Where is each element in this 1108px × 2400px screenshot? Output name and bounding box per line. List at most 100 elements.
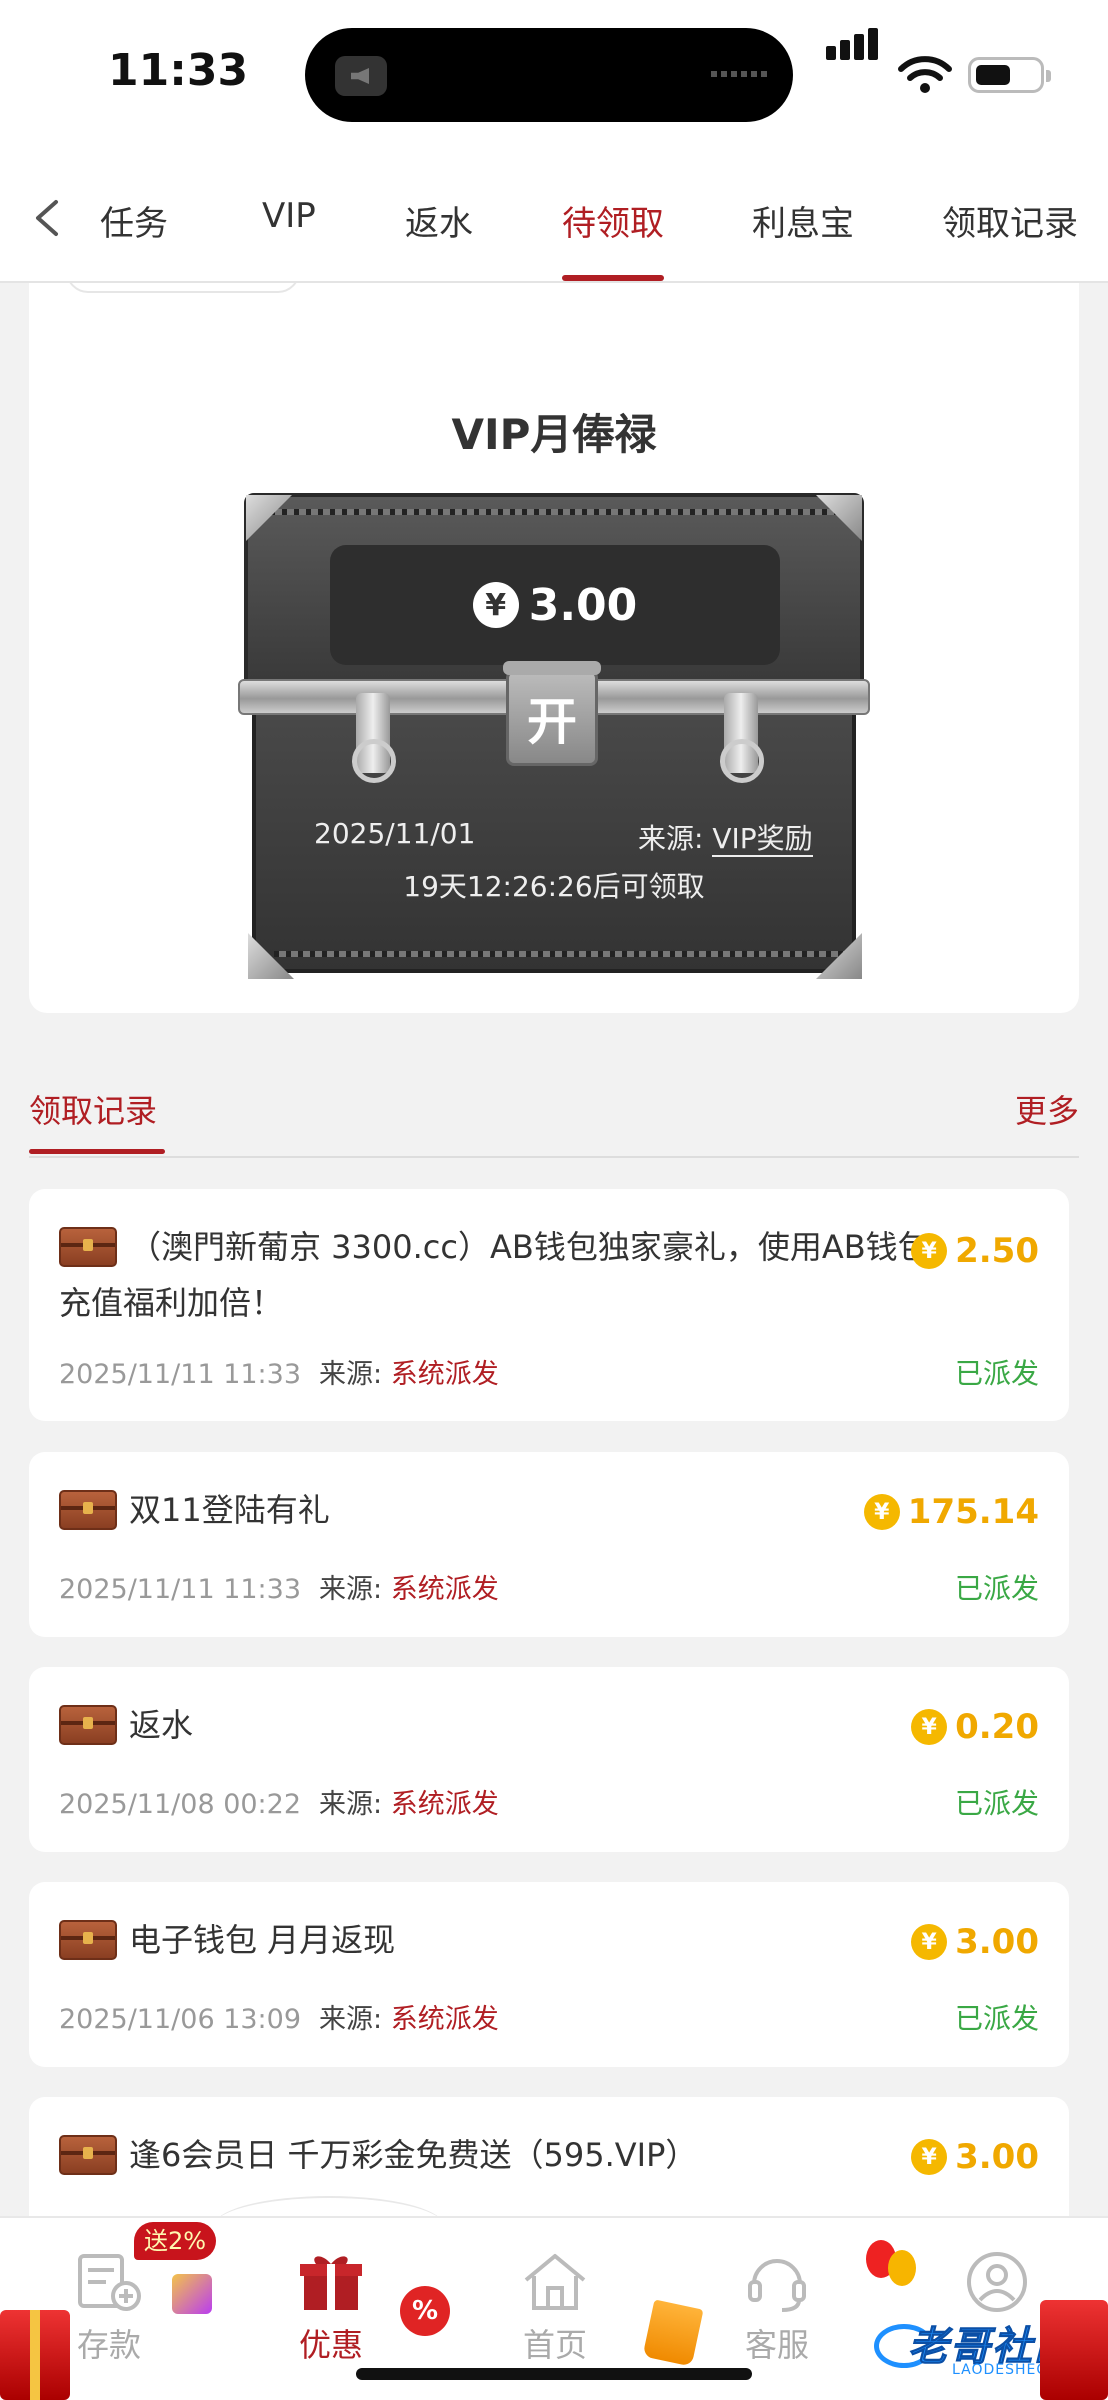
back-arrow-icon[interactable] bbox=[30, 198, 64, 238]
headset-icon bbox=[748, 2259, 806, 2312]
record-amount-value: 0.20 bbox=[955, 1707, 1039, 1747]
previous-card-stub bbox=[66, 283, 300, 293]
chest-source-label: 来源: bbox=[638, 822, 704, 855]
tab-tasks[interactable]: 任务 bbox=[100, 196, 168, 245]
tab-vip[interactable]: VIP bbox=[262, 196, 316, 236]
open-chest-button[interactable]: 开 bbox=[503, 661, 601, 766]
tab-claim-records[interactable]: 领取记录 bbox=[942, 196, 1078, 245]
wifi-icon bbox=[898, 56, 952, 93]
record-title: 返水 bbox=[129, 1706, 194, 1744]
records-header: 领取记录 更多 bbox=[29, 1064, 1079, 1158]
yuan-coin-icon: ¥ bbox=[911, 1924, 948, 1960]
yuan-coin-icon: ¥ bbox=[911, 1233, 948, 1269]
home-icon bbox=[524, 2254, 586, 2310]
user-avatar-icon bbox=[967, 2252, 1027, 2312]
record-meta: 2025/11/06 13:09 来源: 系统派发 bbox=[59, 1997, 499, 2036]
record-status: 已派发 bbox=[954, 1787, 1039, 1820]
nav-label: 客服 bbox=[744, 2326, 809, 2364]
nav-deposit[interactable]: 存款 bbox=[54, 2250, 164, 2366]
record-card[interactable]: 双11登陆有礼 ¥ 175.14 2025/11/11 11:33 来源: 系统派… bbox=[29, 1452, 1069, 1637]
mute-icon bbox=[335, 56, 387, 96]
chest-icon bbox=[59, 1490, 117, 1530]
record-source: 系统派发 bbox=[390, 1574, 499, 1605]
tab-interest[interactable]: 利息宝 bbox=[752, 196, 854, 245]
gift-box-icon bbox=[172, 2274, 212, 2314]
record-amount-value: 3.00 bbox=[955, 2137, 1039, 2177]
chest-countdown: 19天12:26:26后可领取 bbox=[403, 870, 705, 903]
record-amount: ¥ 3.00 bbox=[911, 2137, 1039, 2177]
chest-amount: 3.00 bbox=[528, 579, 638, 631]
record-amount: ¥ 2.50 bbox=[911, 1231, 1039, 1271]
record-meta: 2025/11/11 11:33 来源: 系统派发 bbox=[59, 1352, 499, 1391]
records-more-link[interactable]: 更多 bbox=[1015, 1086, 1079, 1132]
treasure-chest[interactable]: ¥ 3.00 开 2025/11/01 来源: VIP奖励 19天12:26:2… bbox=[238, 493, 894, 979]
record-amount: ¥ 175.14 bbox=[863, 1492, 1039, 1532]
record-title: 双11登陆有礼 bbox=[129, 1491, 330, 1529]
record-amount: ¥ 3.00 bbox=[911, 1922, 1039, 1962]
nav-label: 首页 bbox=[522, 2326, 587, 2364]
record-status: 已派发 bbox=[954, 1357, 1039, 1390]
record-datetime: 2025/11/11 11:33 bbox=[59, 1574, 302, 1605]
record-title: 逢6会员日 千万彩金免费送（595.VIP） bbox=[129, 2136, 698, 2174]
chest-icon bbox=[59, 1920, 117, 1960]
active-tab-indicator bbox=[562, 275, 664, 281]
home-indicator[interactable] bbox=[356, 2368, 752, 2380]
record-source: 系统派发 bbox=[390, 1789, 499, 1820]
nav-home[interactable]: 首页 bbox=[500, 2250, 610, 2366]
yuan-coin-icon: ¥ bbox=[911, 2139, 948, 2175]
tab-pending[interactable]: 待领取 bbox=[562, 196, 664, 245]
yuan-coin-icon: ¥ bbox=[472, 582, 519, 628]
tab-bar: 任务 VIP 返水 待领取 利息宝 领取记录 bbox=[0, 150, 1108, 283]
record-card[interactable]: （澳門新葡京 3300.cc）AB钱包独家豪礼，使用AB钱包充值福利加倍！ ¥ … bbox=[29, 1189, 1069, 1421]
record-status: 已派发 bbox=[954, 2002, 1039, 2035]
chest-amount-panel: ¥ 3.00 bbox=[330, 545, 780, 665]
record-datetime: 2025/11/06 13:09 bbox=[59, 2004, 302, 2035]
chest-icon bbox=[59, 2135, 117, 2175]
record-title: 电子钱包 月月返现 bbox=[129, 1921, 396, 1959]
record-card[interactable]: 电子钱包 月月返现 ¥ 3.00 2025/11/06 13:09 来源: 系统派… bbox=[29, 1882, 1069, 2067]
record-datetime: 2025/11/08 00:22 bbox=[59, 1789, 302, 1820]
record-source: 系统派发 bbox=[390, 2004, 499, 2035]
record-status: 已派发 bbox=[954, 1572, 1039, 1605]
status-bar: 11:33 bbox=[0, 0, 1108, 150]
record-datetime: 2025/11/11 11:33 bbox=[59, 1359, 302, 1390]
gift-box-icon bbox=[1040, 2300, 1108, 2400]
record-source-label: 来源: bbox=[319, 1574, 383, 1605]
record-source-label: 来源: bbox=[319, 2004, 383, 2035]
nav-label: 优惠 bbox=[298, 2326, 363, 2364]
record-source-label: 来源: bbox=[319, 1789, 383, 1820]
record-amount-value: 175.14 bbox=[907, 1492, 1039, 1532]
latch-icon bbox=[720, 693, 764, 783]
vip-reward-card: VIP月俸禄 ¥ 3.00 开 2025/11/01 来源: VIP奖励 19天… bbox=[29, 283, 1079, 1013]
chest-date: 2025/11/01 bbox=[314, 817, 476, 850]
nav-label: 存款 bbox=[76, 2326, 141, 2364]
record-title: （澳門新葡京 3300.cc）AB钱包独家豪礼，使用AB钱包充值福利加倍！ bbox=[59, 1228, 930, 1322]
balloon-icon bbox=[866, 2240, 926, 2300]
record-amount-value: 2.50 bbox=[955, 1231, 1039, 1271]
tab-rebate[interactable]: 返水 bbox=[405, 196, 473, 245]
records-title-underline bbox=[29, 1149, 165, 1154]
discount-percent-badge: % bbox=[400, 2286, 450, 2336]
status-time: 11:33 bbox=[108, 45, 249, 96]
record-card[interactable]: 返水 ¥ 0.20 2025/11/08 00:22 来源: 系统派发 已派发 bbox=[29, 1667, 1069, 1852]
record-source: 系统派发 bbox=[390, 1359, 499, 1390]
gift-box-icon bbox=[0, 2310, 70, 2400]
yuan-coin-icon: ¥ bbox=[911, 1709, 948, 1745]
nav-support[interactable]: 客服 bbox=[722, 2250, 832, 2366]
record-source-label: 来源: bbox=[319, 1359, 383, 1390]
latch-icon bbox=[352, 693, 396, 783]
yuan-coin-icon: ¥ bbox=[863, 1494, 900, 1530]
records-title[interactable]: 领取记录 bbox=[29, 1086, 157, 1132]
chest-icon bbox=[59, 1705, 117, 1745]
record-amount: ¥ 0.20 bbox=[911, 1707, 1039, 1747]
record-meta: 2025/11/11 11:33 来源: 系统派发 bbox=[59, 1567, 499, 1606]
record-amount-value: 3.00 bbox=[955, 1922, 1039, 1962]
chest-source: 来源: VIP奖励 bbox=[638, 817, 813, 857]
nav-promotions[interactable]: 优惠 bbox=[276, 2250, 386, 2366]
gift-icon bbox=[300, 2256, 362, 2310]
record-meta: 2025/11/08 00:22 来源: 系统派发 bbox=[59, 1782, 499, 1821]
chest-lid: ¥ 3.00 bbox=[244, 493, 864, 683]
activity-dots-icon bbox=[711, 71, 767, 77]
promo-badge: 送2% bbox=[134, 2222, 217, 2260]
deposit-icon bbox=[78, 2254, 141, 2311]
